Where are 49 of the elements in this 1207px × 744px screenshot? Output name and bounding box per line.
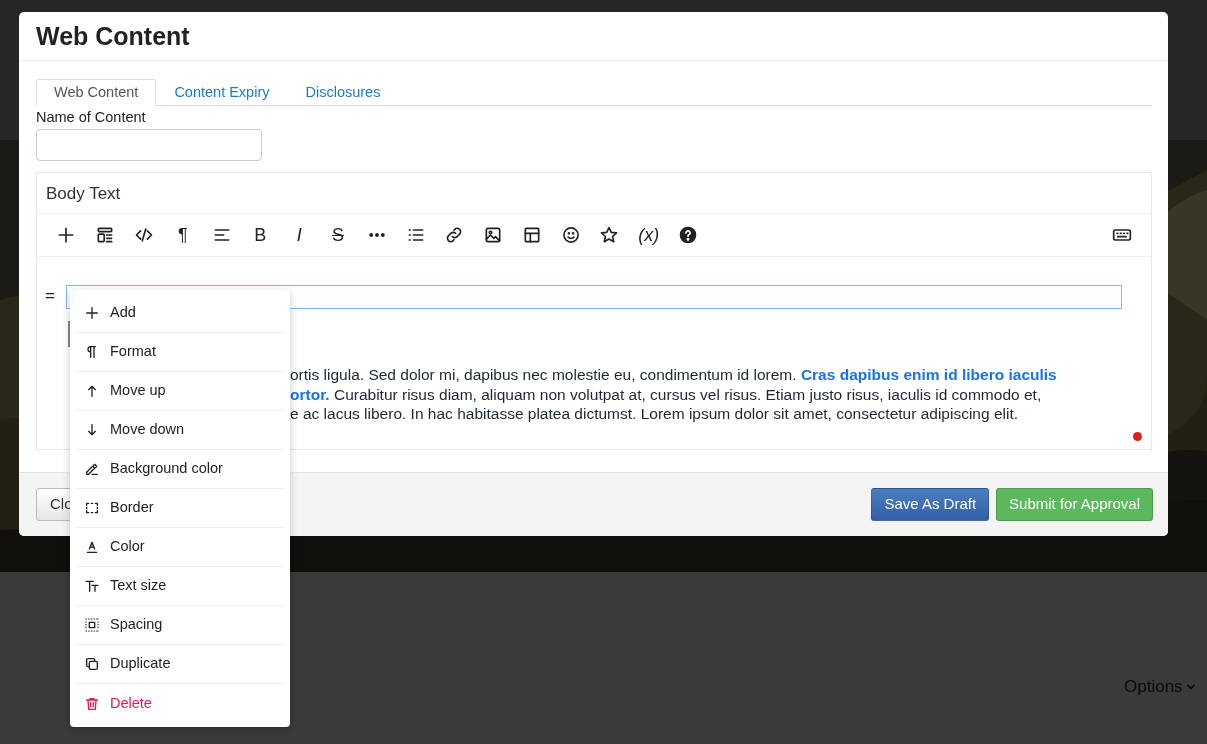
text-size-icon [84, 578, 100, 594]
tab[interactable]: Disclosures [287, 78, 399, 106]
copy-icon [84, 656, 100, 672]
tab[interactable]: Web Content [36, 78, 157, 106]
text-cursor [68, 321, 70, 348]
toolbar-button[interactable]: I [289, 220, 310, 251]
toolbar-button[interactable]: S [327, 220, 348, 251]
modal-title: Web Content [36, 21, 190, 51]
menu-item-label: Delete [110, 693, 152, 713]
menu-item-label: Duplicate [110, 654, 171, 674]
trash-icon [84, 695, 100, 712]
menu-item[interactable]: Border [75, 489, 285, 528]
menu-item[interactable]: Add [75, 294, 285, 333]
spacing-icon [84, 617, 100, 633]
menu-item-label: Move down [110, 420, 185, 440]
menu-item[interactable]: Duplicate [75, 645, 285, 684]
tab[interactable]: Content Expiry [156, 78, 288, 106]
paragraph-line: ortor. Curabitur risus diam, aliquam non volutpat at, cursus vel risus. Etiam justo risus, iaculis id commodo et, [290, 384, 1043, 405]
save-draft-button[interactable]: Save As Draft [871, 488, 990, 521]
menu-item[interactable]: Spacing [75, 606, 285, 645]
menu-item-label: Color [110, 537, 145, 557]
text-color-icon [84, 539, 100, 555]
paragraph-line: e ac lacus libero. In hac habitasse platea dictumst. Lorem ipsum dolor sit amet, consectetur adipiscing elit. [290, 404, 1019, 424]
toolbar-button[interactable]: ¶ [172, 220, 193, 251]
drag-handle[interactable]: = [45, 287, 55, 305]
menu-item-label: Background color [110, 459, 223, 479]
field-label: Name of Content [36, 107, 146, 127]
menu-item-label: Spacing [110, 615, 163, 635]
menu-item-label: Move up [110, 381, 166, 401]
menu-item-label: Text size [110, 576, 167, 596]
menu-item[interactable]: Format [75, 333, 285, 372]
menu-item[interactable]: Move down [75, 411, 285, 450]
name-input-field[interactable] [36, 129, 262, 162]
menu-item[interactable]: Text size [75, 567, 285, 606]
toolbar-button[interactable]: (x) [638, 220, 660, 251]
border-icon [84, 500, 100, 516]
plus-icon [84, 305, 100, 321]
menu-item-label: Add [110, 303, 136, 323]
menu-item-label: Border [110, 498, 154, 518]
paragraph-line: ortis ligula. Sed dolor mi, dapibus nec molestie eu, condimentum id lorem. Cras dapibus enim id libero iaculis [290, 365, 1058, 385]
menu-item[interactable]: Delete [75, 684, 285, 723]
status-dot [1133, 432, 1142, 442]
toolbar-button[interactable]: B [250, 220, 271, 251]
editor-title: Body Text [46, 184, 121, 204]
menu-item-label: Format [110, 342, 156, 362]
menu-item[interactable]: Background color [75, 450, 285, 489]
paint-icon [84, 461, 100, 477]
menu-item[interactable]: Move up [75, 372, 285, 411]
menu-item[interactable]: Color [75, 528, 285, 567]
